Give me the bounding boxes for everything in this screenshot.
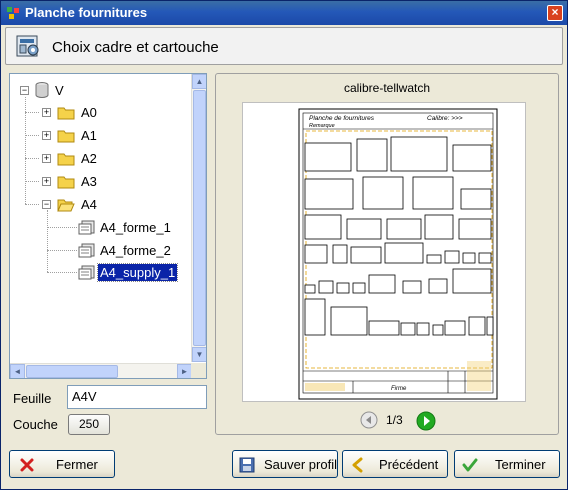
save-profile-button[interactable]: Sauver profil	[232, 450, 338, 478]
tree-node-label: A4	[81, 197, 97, 212]
folder-icon	[57, 107, 75, 120]
tree-node-label: A1	[81, 128, 97, 143]
horizontal-scrollbar[interactable]: ◄ ►	[10, 363, 192, 378]
preview-panel: calibre-tellwatch Planche de fournitures…	[215, 73, 559, 435]
tree-node-label: A0	[81, 105, 97, 120]
folder-icon	[57, 153, 75, 166]
page-indicator: 1/3	[386, 413, 403, 427]
page-navigator: 1/3	[216, 410, 558, 431]
finish-button[interactable]: Terminer	[454, 450, 560, 478]
template-tree[interactable]: − V + A0 + A1 + A2 + A3 − A4 A4_forme_1 …	[9, 73, 207, 379]
folder-icon	[57, 176, 75, 189]
app-icon	[7, 7, 19, 19]
expand-toggle[interactable]: +	[42, 177, 51, 186]
svg-text:Remarque: Remarque	[309, 123, 335, 129]
scroll-right-button[interactable]: ►	[177, 364, 192, 378]
save-profile-label: Sauver profil	[264, 457, 337, 472]
title-bar[interactable]: Planche fournitures ×	[1, 1, 567, 25]
feuille-field[interactable]: A4V	[67, 385, 207, 409]
folder-open-icon	[57, 199, 75, 212]
preview-image: Planche de fournitures Calibre: >>> Rema…	[242, 102, 526, 402]
expand-toggle[interactable]: +	[42, 108, 51, 117]
chevron-left-icon	[352, 457, 363, 473]
tree-view[interactable]: − V + A0 + A1 + A2 + A3 − A4 A4_forme_1 …	[10, 74, 192, 362]
template-file-icon	[78, 243, 95, 258]
folder-icon	[57, 130, 75, 143]
feuille-label: Feuille	[13, 391, 52, 406]
template-file-icon	[78, 265, 95, 280]
dialog-window: Planche fournitures × Choix cadre et car…	[0, 0, 568, 490]
previous-button[interactable]: Précédent	[342, 450, 448, 478]
page-title: Choix cadre et cartouche	[52, 39, 219, 56]
tree-item-label: A4_forme_1	[100, 220, 171, 235]
tree-item-label-selected: A4_supply_1	[96, 263, 179, 282]
header-panel: Choix cadre et cartouche	[5, 27, 563, 65]
sheet-preview-drawing: Planche de fournitures Calibre: >>> Rema…	[298, 108, 498, 400]
previous-circle-icon[interactable]	[360, 411, 378, 429]
next-play-icon[interactable]	[416, 411, 436, 431]
tree-item-label: A4_forme_2	[100, 243, 171, 258]
preview-title: calibre-tellwatch	[343, 81, 431, 95]
scroll-up-button[interactable]: ▲	[192, 74, 206, 89]
tree-node-label: A3	[81, 174, 97, 189]
tree-node-label: A2	[81, 151, 97, 166]
tree-node-label: V	[55, 83, 64, 98]
couche-button[interactable]: 250	[68, 414, 110, 435]
close-button[interactable]: Fermer	[9, 450, 115, 478]
finish-button-label: Terminer	[495, 457, 546, 472]
vertical-scrollbar[interactable]: ▲ ▼	[191, 74, 206, 362]
svg-text:Planche de fournitures: Planche de fournitures	[309, 115, 375, 122]
horizontal-scroll-thumb[interactable]	[26, 365, 118, 378]
template-file-icon	[78, 220, 95, 235]
window-title: Planche fournitures	[25, 5, 148, 20]
folder-settings-icon	[16, 35, 39, 57]
svg-text:Firme: Firme	[391, 386, 407, 392]
red-x-icon	[20, 458, 34, 472]
collapse-toggle[interactable]: −	[42, 200, 51, 209]
couche-label: Couche	[13, 417, 58, 432]
expand-toggle[interactable]: +	[42, 154, 51, 163]
collapse-toggle[interactable]: −	[20, 86, 29, 95]
expand-toggle[interactable]: +	[42, 131, 51, 140]
checkmark-icon	[462, 458, 478, 472]
scroll-left-button[interactable]: ◄	[10, 364, 25, 378]
floppy-disk-icon	[239, 457, 255, 473]
svg-text:Calibre: >>>: Calibre: >>>	[427, 115, 463, 122]
previous-button-label: Précédent	[379, 457, 439, 472]
window-close-button[interactable]: ×	[547, 5, 563, 21]
vertical-scroll-thumb[interactable]	[193, 90, 206, 346]
scroll-down-button[interactable]: ▼	[192, 347, 206, 362]
close-button-label: Fermer	[56, 457, 98, 472]
scrollbar-corner	[191, 363, 206, 378]
database-icon	[35, 82, 49, 98]
